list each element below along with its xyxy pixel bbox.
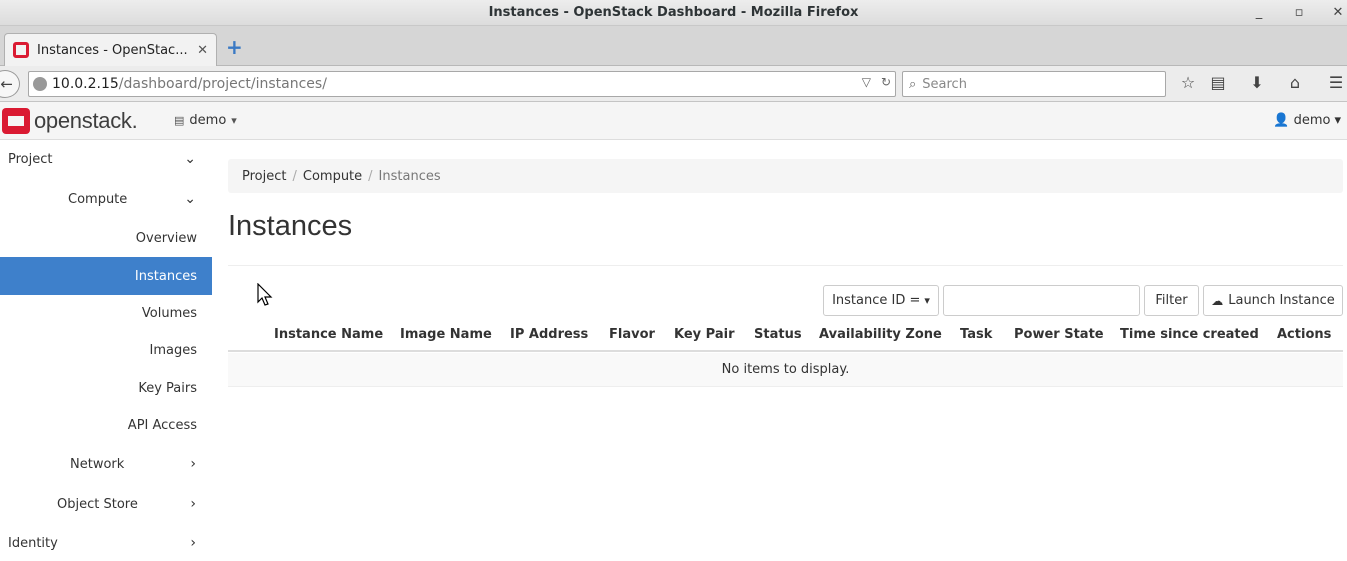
sidebar-item-project[interactable]: Project ⌄ bbox=[0, 141, 212, 177]
breadcrumb-project[interactable]: Project bbox=[242, 169, 286, 184]
sidebar-item-label: Compute bbox=[68, 191, 128, 207]
column-header[interactable]: Status bbox=[754, 327, 802, 342]
server-icon: ▤ bbox=[174, 114, 185, 127]
sidebar-item-volumes[interactable]: Volumes bbox=[0, 295, 212, 331]
url-bar[interactable]: 10.0.2.15 /dashboard/project/instances/ … bbox=[28, 71, 896, 97]
url-path: /dashboard/project/instances/ bbox=[118, 76, 327, 92]
sidebar-item-object-store[interactable]: Object Store › bbox=[0, 486, 212, 522]
minimize-icon[interactable]: _ bbox=[1250, 4, 1268, 22]
sidebar-item-label: Instances bbox=[134, 268, 197, 284]
column-header[interactable]: Instance Name bbox=[274, 327, 383, 342]
sidebar-item-label: Images bbox=[149, 342, 198, 358]
url-host: 10.0.2.15 bbox=[52, 76, 119, 92]
sidebar-item-instances[interactable]: Instances bbox=[0, 257, 212, 295]
chevron-right-icon: › bbox=[190, 456, 196, 472]
openstack-favicon-icon bbox=[13, 42, 29, 58]
caret-down-icon: ▾ bbox=[924, 294, 930, 307]
new-tab-icon[interactable]: + bbox=[226, 37, 243, 57]
mouse-cursor-icon bbox=[257, 283, 273, 306]
column-header[interactable]: IP Address bbox=[510, 327, 588, 342]
sidebar-item-overview[interactable]: Overview bbox=[0, 220, 212, 256]
filter-input[interactable] bbox=[943, 285, 1140, 316]
column-header[interactable]: Task bbox=[960, 327, 992, 342]
user-menu-label: demo bbox=[1293, 113, 1331, 128]
user-menu[interactable]: 👤 demo ▾ bbox=[1273, 113, 1341, 128]
reading-list-icon[interactable]: ▤ bbox=[1207, 72, 1229, 94]
browser-tab-label: Instances - OpenStac... bbox=[37, 42, 188, 58]
cloud-upload-icon: ☁ bbox=[1211, 293, 1224, 308]
sidebar-item-identity[interactable]: Identity › bbox=[0, 525, 212, 561]
globe-icon bbox=[33, 77, 47, 91]
window-titlebar: Instances - OpenStack Dashboard - Mozill… bbox=[0, 0, 1347, 26]
browser-tab[interactable]: Instances - OpenStac... ✕ bbox=[4, 33, 217, 66]
title-divider bbox=[228, 265, 1343, 266]
launch-instance-label: Launch Instance bbox=[1228, 293, 1335, 308]
breadcrumb-separator: / bbox=[292, 168, 297, 184]
page-title: Instances bbox=[228, 210, 353, 242]
menu-icon[interactable]: ☰ bbox=[1325, 72, 1347, 94]
browser-navbar: ← 10.0.2.15 /dashboard/project/instances… bbox=[0, 66, 1347, 102]
column-header[interactable]: Time since created bbox=[1120, 327, 1259, 342]
sidebar-item-compute[interactable]: Compute ⌄ bbox=[0, 181, 212, 217]
chevron-right-icon: › bbox=[190, 535, 196, 551]
filter-field-label: Instance ID = bbox=[832, 293, 921, 308]
user-icon: 👤 bbox=[1273, 113, 1290, 128]
sidebar-item-images[interactable]: Images bbox=[0, 332, 212, 368]
openstack-logo[interactable]: openstack. bbox=[2, 108, 138, 134]
column-header: Actions bbox=[1277, 327, 1332, 342]
instances-table-header: Instance Name Image Name IP Address Flav… bbox=[228, 318, 1343, 352]
sidebar-item-label: Key Pairs bbox=[138, 380, 197, 396]
search-input[interactable] bbox=[922, 76, 1143, 92]
chevron-down-icon: ⌄ bbox=[184, 191, 196, 207]
breadcrumb-separator: / bbox=[368, 168, 373, 184]
filter-field-select[interactable]: Instance ID = ▾ bbox=[823, 285, 939, 316]
close-tab-icon[interactable]: ✕ bbox=[197, 43, 208, 58]
chevron-right-icon: › bbox=[190, 496, 196, 512]
chevron-down-icon: ⌄ bbox=[184, 151, 196, 167]
table-empty-row: No items to display. bbox=[228, 353, 1343, 387]
back-arrow-icon[interactable]: ← bbox=[0, 70, 20, 98]
sidebar-item-label: API Access bbox=[127, 417, 197, 433]
sidebar-item-label: Overview bbox=[135, 230, 197, 246]
home-icon[interactable]: ⌂ bbox=[1284, 72, 1306, 94]
download-icon[interactable]: ⬇ bbox=[1246, 72, 1268, 94]
sidebar-item-label: Volumes bbox=[141, 305, 197, 321]
openstack-logo-icon bbox=[2, 108, 30, 134]
filter-button-label: Filter bbox=[1155, 293, 1188, 308]
column-header[interactable]: Availability Zone bbox=[819, 327, 942, 342]
breadcrumb: Project / Compute / Instances bbox=[228, 159, 1343, 193]
sidebar-item-label: Network bbox=[70, 456, 125, 472]
project-switcher-label: demo bbox=[189, 113, 227, 128]
caret-down-icon: ▾ bbox=[231, 114, 237, 127]
close-window-icon[interactable]: ✕ bbox=[1329, 4, 1347, 22]
column-header[interactable]: Power State bbox=[1014, 327, 1104, 342]
sidebar-item-label: Project bbox=[8, 151, 53, 167]
column-header[interactable]: Key Pair bbox=[674, 327, 734, 342]
project-switcher[interactable]: ▤ demo ▾ bbox=[174, 113, 237, 128]
sidebar-item-label: Identity bbox=[8, 535, 58, 551]
window-title: Instances - OpenStack Dashboard - Mozill… bbox=[488, 5, 859, 20]
openstack-logo-text: openstack. bbox=[34, 108, 138, 133]
column-header[interactable]: Image Name bbox=[400, 327, 492, 342]
bookmark-star-icon[interactable]: ☆ bbox=[1177, 72, 1199, 94]
sidebar-item-network[interactable]: Network › bbox=[0, 446, 212, 482]
breadcrumb-current: Instances bbox=[378, 168, 441, 184]
tab-strip: Instances - OpenStac... ✕ bbox=[0, 26, 1347, 66]
empty-message: No items to display. bbox=[721, 362, 850, 377]
breadcrumb-compute[interactable]: Compute bbox=[303, 169, 362, 184]
filter-button[interactable]: Filter bbox=[1144, 285, 1199, 316]
search-bar[interactable]: ⌕ bbox=[902, 71, 1166, 97]
caret-down-icon: ▾ bbox=[1334, 113, 1341, 128]
maximize-icon[interactable]: ▫ bbox=[1290, 4, 1308, 22]
column-header[interactable]: Flavor bbox=[609, 327, 655, 342]
search-icon: ⌕ bbox=[909, 76, 917, 92]
sidebar-item-label: Object Store bbox=[57, 496, 138, 512]
openstack-header: openstack. ▤ demo ▾ 👤 demo ▾ bbox=[0, 102, 1347, 140]
reload-icon[interactable]: ↻ bbox=[881, 75, 891, 89]
url-dropdown-icon[interactable]: ▽ bbox=[862, 75, 871, 89]
sidebar-item-key-pairs[interactable]: Key Pairs bbox=[0, 370, 212, 406]
sidebar: Project ⌄ Compute ⌄ Overview Instances V… bbox=[0, 140, 212, 555]
launch-instance-button[interactable]: ☁ Launch Instance bbox=[1203, 285, 1343, 316]
sidebar-item-api-access[interactable]: API Access bbox=[0, 407, 212, 443]
